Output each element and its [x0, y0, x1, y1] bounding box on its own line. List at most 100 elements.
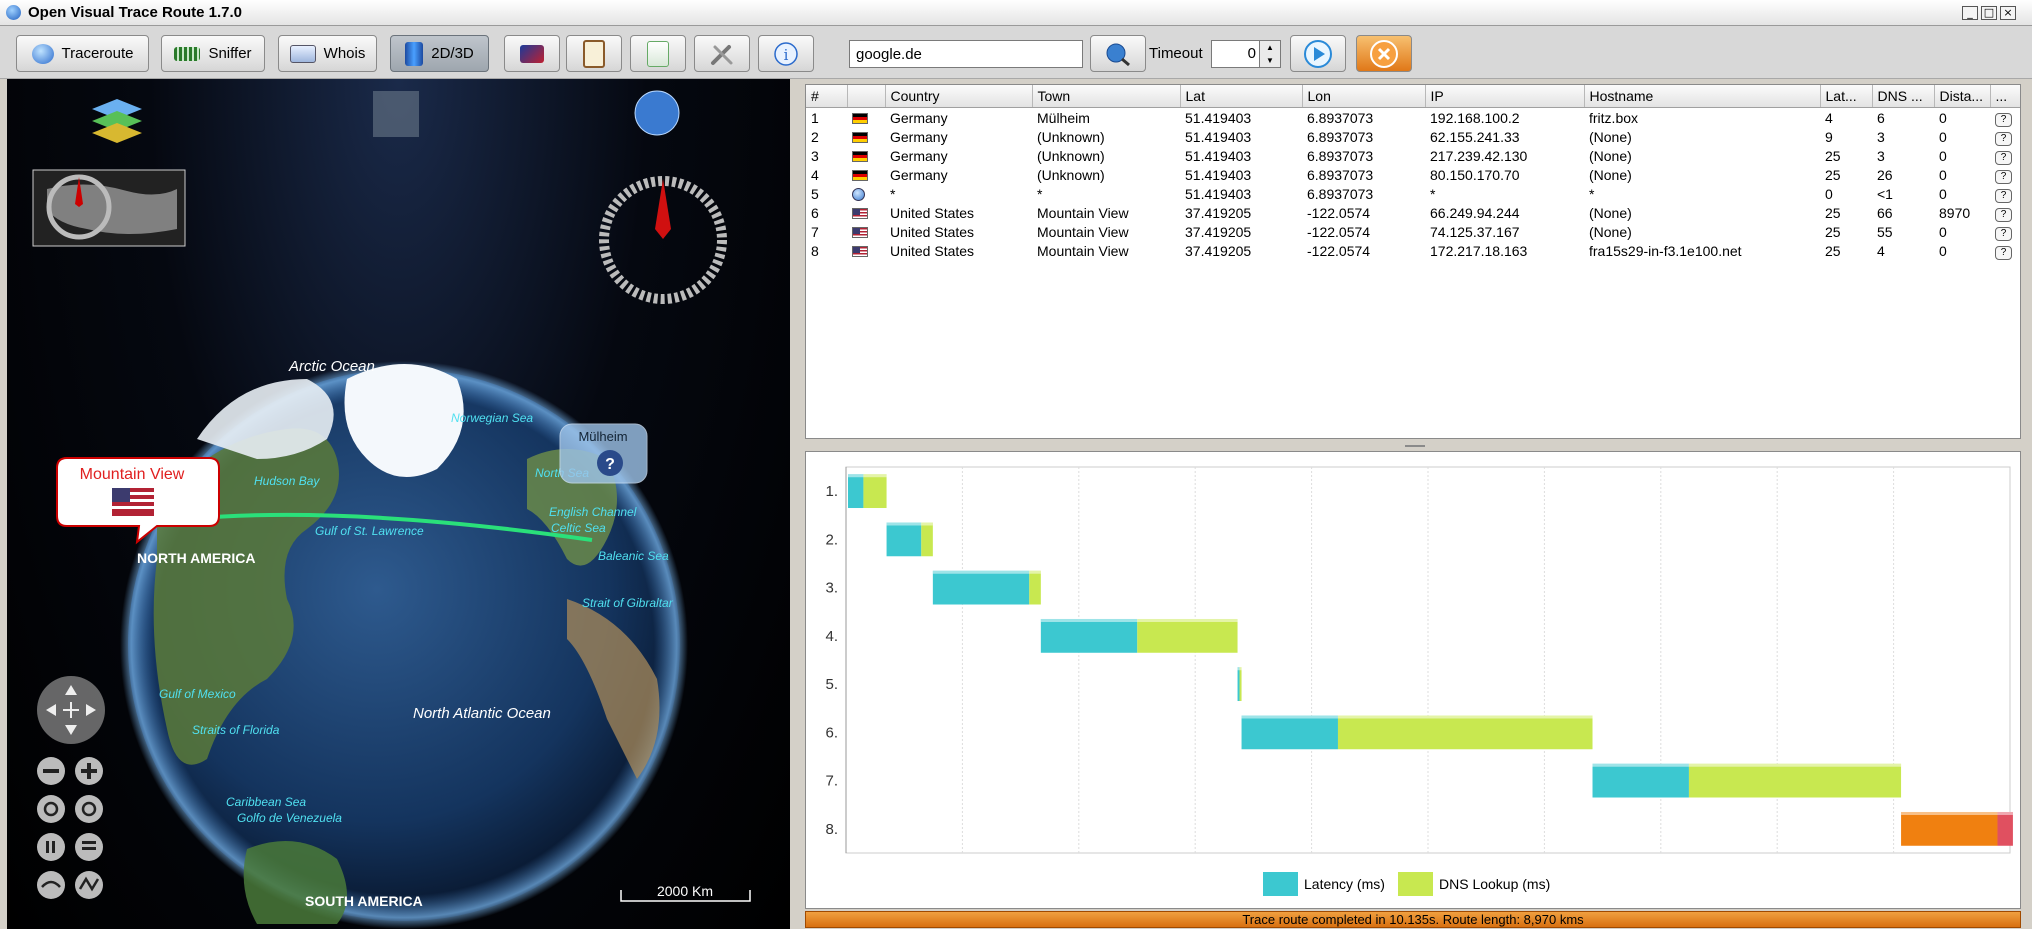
chart-category-label: 2.	[825, 531, 838, 548]
globe-icon	[31, 43, 54, 64]
bar-highlight	[1241, 715, 1593, 719]
cell-n: 8	[811, 242, 819, 259]
whois-button[interactable]: Whois	[278, 35, 377, 72]
dns-lookup-bar	[921, 522, 933, 557]
grid-view-icon[interactable]	[373, 91, 419, 137]
cell-lat: 37.419205	[1185, 204, 1252, 221]
vertical-splitter[interactable]	[790, 79, 798, 929]
row-details-icon[interactable]: ?	[1995, 150, 2012, 165]
col-header-lon[interactable]: Lon	[1302, 85, 1426, 108]
col-header-lat[interactable]: Lat	[1180, 85, 1303, 108]
about-button[interactable]: i	[758, 35, 814, 72]
rotate-left-button[interactable]	[37, 795, 65, 823]
row-details-icon[interactable]: ?	[1995, 245, 2012, 260]
stop-trace-button[interactable]	[1356, 35, 1412, 72]
spinner-down-icon[interactable]: ▼	[1259, 54, 1280, 67]
cell-lat: 37.419205	[1185, 242, 1252, 259]
row-info-cell[interactable]: ?	[1990, 184, 2020, 203]
cell-lon: -122.0574	[1307, 223, 1371, 240]
table-row[interactable]: 1 Germany Mülheim 51.419403 6.8937073 192.168…	[806, 108, 2020, 128]
table-row[interactable]: 4 Germany (Unknown) 51.419403 6.8937073 80.15…	[806, 165, 2020, 184]
bar-highlight	[1901, 811, 2013, 815]
col-header-index[interactable]: #	[806, 85, 848, 108]
col-header-hostname[interactable]: Hostname	[1584, 85, 1821, 108]
germany-flag-icon	[852, 151, 868, 163]
row-details-icon[interactable]: ?	[1995, 226, 2012, 241]
col-header-flag[interactable]	[847, 85, 886, 108]
chart-category-label: 5.	[825, 676, 838, 693]
timeout-spinner[interactable]: 0 ▲ ▼	[1211, 40, 1281, 68]
cell-dist: 0	[1939, 147, 1947, 164]
start-trace-button[interactable]	[1290, 35, 1346, 72]
col-header-dns[interactable]: DNS ...	[1872, 85, 1935, 108]
row-info-cell[interactable]: ?	[1990, 108, 2020, 128]
cell-lat: 51.419403	[1185, 185, 1252, 202]
bar-highlight	[1592, 763, 1902, 767]
minimize-button[interactable]: _	[1962, 6, 1978, 20]
view-2d3d-toggle[interactable]: 2D/3D	[390, 35, 489, 72]
cell-n: 4	[811, 166, 819, 183]
globe-view-icon[interactable]	[634, 90, 680, 136]
row-info-cell[interactable]: ?	[1990, 165, 2020, 184]
zoom-out-button[interactable]	[37, 757, 65, 785]
row-details-icon[interactable]: ?	[1995, 207, 2012, 222]
row-details-icon[interactable]: ?	[1995, 131, 2012, 146]
maximize-button[interactable]: □	[1981, 6, 1997, 20]
row-info-cell[interactable]: ?	[1990, 146, 2020, 165]
col-header-distance[interactable]: Dista...	[1934, 85, 1991, 108]
tilt-down-button[interactable]	[75, 833, 103, 861]
globe-map-view[interactable]: Norwegian Sea Hudson Bay Gulf of St. Law…	[7, 79, 790, 929]
legend-label: Latency (ms)	[1304, 876, 1385, 892]
horizontal-splitter[interactable]	[805, 442, 2021, 450]
map-label-baleanic: Baleanic Sea	[598, 549, 669, 563]
heading-button[interactable]	[75, 871, 103, 899]
clipboard-button[interactable]	[566, 35, 622, 72]
table-row[interactable]: 5 * * 51.419403 6.8937073 * * 0 <1 0?	[806, 184, 2020, 203]
cell-n: 6	[811, 204, 819, 221]
row-info-cell[interactable]: ?	[1990, 127, 2020, 146]
zoom-in-button[interactable]	[75, 757, 103, 785]
table-row[interactable]: 3 Germany (Unknown) 51.419403 6.8937073 217.2…	[806, 146, 2020, 165]
col-header-ip[interactable]: IP	[1425, 85, 1585, 108]
export-button[interactable]	[630, 35, 686, 72]
spinner-up-icon[interactable]: ▲	[1259, 41, 1280, 54]
app-globe-icon	[6, 5, 21, 20]
pan-control[interactable]	[37, 676, 105, 744]
table-row[interactable]: 7 United States Mountain View 37.419205 -122…	[806, 222, 2020, 241]
pitch-button[interactable]	[37, 871, 65, 899]
close-button[interactable]: ×	[2000, 6, 2016, 20]
col-header-country[interactable]: Country	[885, 85, 1033, 108]
tilt-up-button[interactable]	[37, 833, 65, 861]
col-header-town[interactable]: Town	[1032, 85, 1181, 108]
germany-flag-icon	[852, 132, 868, 144]
row-info-cell[interactable]: ?	[1990, 241, 2020, 260]
traceroute-button[interactable]: Traceroute	[16, 35, 149, 72]
settings-button[interactable]	[694, 35, 750, 72]
rotate-right-button[interactable]	[75, 795, 103, 823]
table-row[interactable]: 6 United States Mountain View 37.419205 -122…	[806, 203, 2020, 222]
table-row[interactable]: 8 United States Mountain View 37.419205 -122…	[806, 241, 2020, 260]
row-info-cell[interactable]: ?	[1990, 222, 2020, 241]
col-header-latency[interactable]: Lat...	[1820, 85, 1873, 108]
lookup-button[interactable]	[1090, 35, 1146, 72]
compass-icon[interactable]	[599, 176, 727, 304]
cell-host: fritz.box	[1589, 109, 1639, 126]
row-details-icon[interactable]: ?	[1995, 112, 2012, 127]
latency-chart: 1. 2. 3. 4. 5. 6. 7. 8. Latency (ms) DNS Lookup (…	[825, 466, 2013, 896]
row-info-cell[interactable]: ?	[1990, 203, 2020, 222]
row-details-icon[interactable]: ?	[1995, 188, 2012, 203]
map-label-norwegian: Norwegian Sea	[451, 411, 533, 425]
table-row[interactable]: 2 Germany (Unknown) 51.419403 6.8937073 62.15…	[806, 127, 2020, 146]
cell-town: Mountain View	[1037, 242, 1129, 259]
sniffer-button[interactable]: Sniffer	[161, 35, 265, 72]
layers-icon[interactable]	[92, 99, 142, 143]
cell-ip: *	[1430, 185, 1436, 202]
export-image-button[interactable]	[504, 35, 560, 72]
host-input[interactable]	[849, 40, 1083, 68]
col-header-more[interactable]: ...	[1990, 85, 2020, 108]
row-details-icon[interactable]: ?	[1995, 169, 2012, 184]
cell-lon: -122.0574	[1307, 242, 1371, 259]
splitter-grip-icon[interactable]	[1405, 445, 1425, 447]
flag-cell	[847, 146, 885, 165]
mulheim-callout[interactable]: Mülheim ?	[559, 423, 648, 484]
